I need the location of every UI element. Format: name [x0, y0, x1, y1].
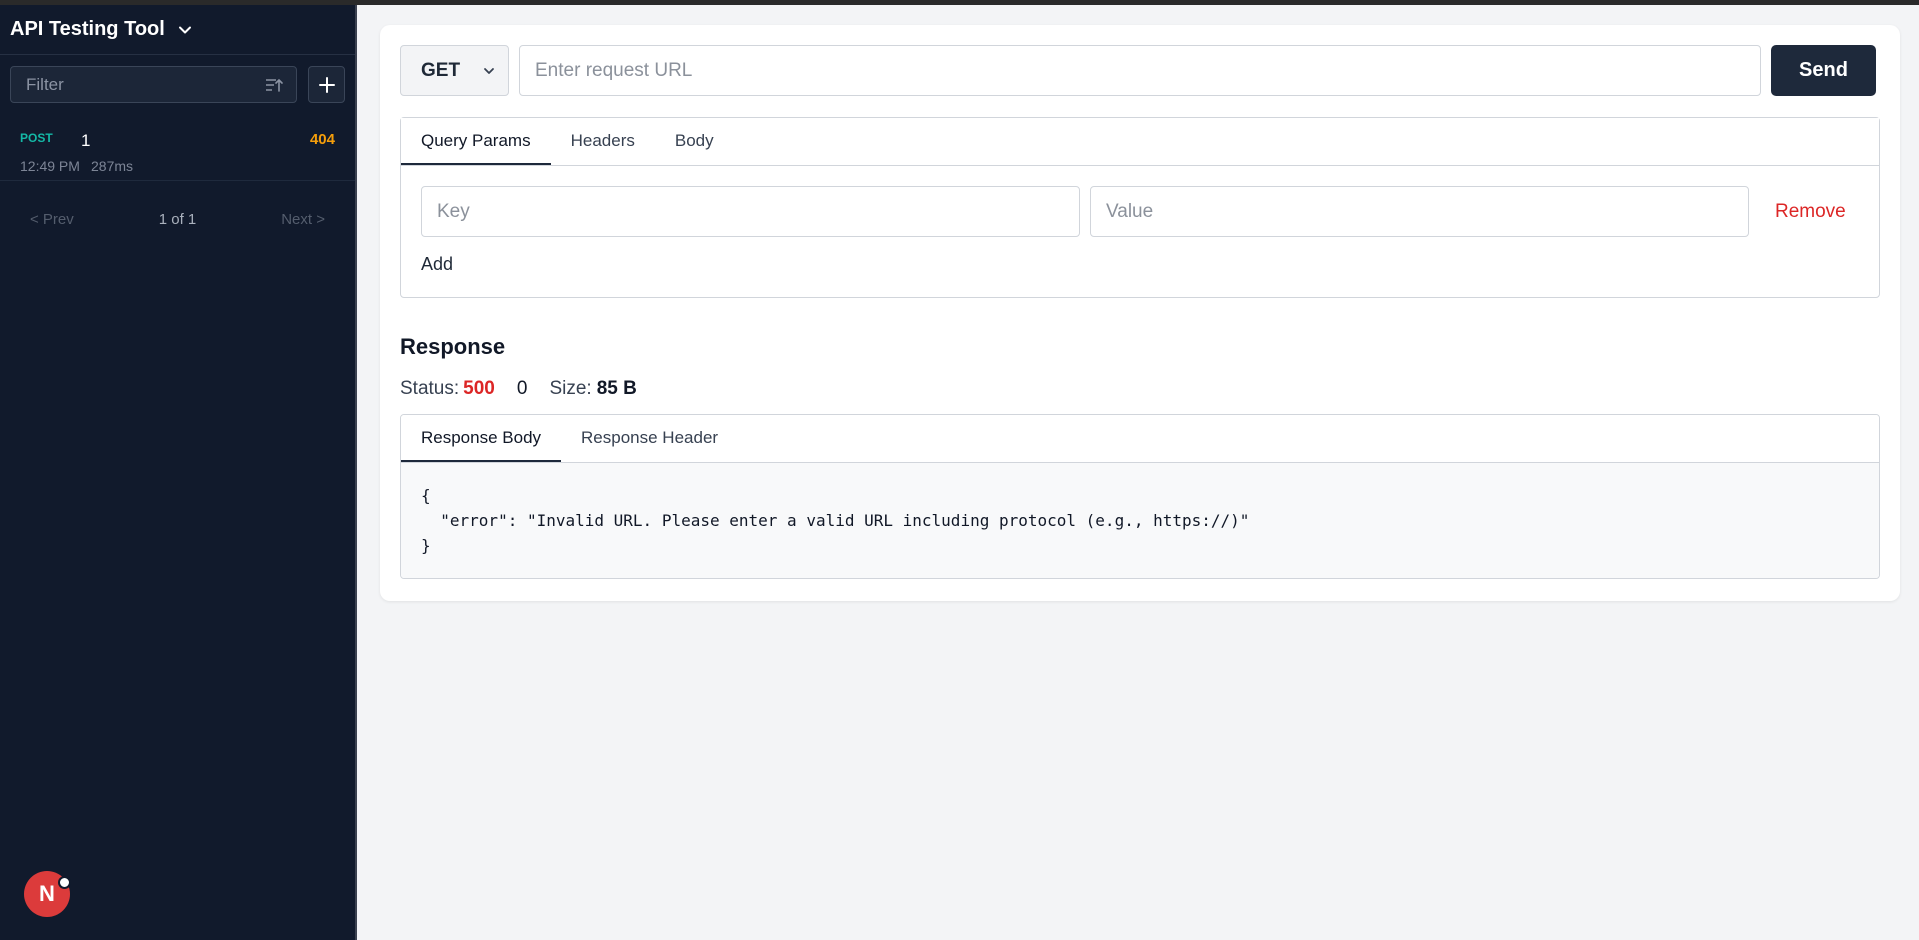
filter-placeholder: Filter: [26, 74, 64, 94]
history-status: 404: [309, 131, 335, 148]
history-duration: 287ms: [91, 158, 134, 174]
filter-row: Filter: [0, 66, 355, 103]
sort-icon[interactable]: [264, 76, 284, 94]
app-title: API Testing Tool: [10, 18, 165, 40]
chevron-down-icon[interactable]: [177, 22, 193, 38]
request-tabs: Query Params Headers Body: [401, 118, 1879, 166]
size-label: Size:: [549, 378, 592, 399]
plus-icon: [318, 76, 335, 93]
remove-param-button[interactable]: Remove: [1775, 201, 1846, 223]
status-label: Status:: [400, 378, 460, 399]
param-value-input[interactable]: [1090, 186, 1749, 237]
next-page-button[interactable]: Next >: [281, 211, 325, 228]
method-select[interactable]: GET: [400, 45, 509, 96]
param-row: Remove: [421, 186, 1879, 237]
response-body: { "error": "Invalid URL. Please enter a …: [401, 463, 1879, 578]
add-request-button[interactable]: [308, 66, 345, 103]
chevron-down-icon: [484, 68, 494, 74]
tab-headers[interactable]: Headers: [551, 131, 655, 165]
history-method-badge: POST: [20, 131, 53, 145]
app-header[interactable]: API Testing Tool: [0, 5, 355, 55]
sidebar: API Testing Tool Filter POST 1 404 12:49…: [0, 5, 357, 940]
request-options-panel: Query Params Headers Body Remove Add: [400, 117, 1880, 298]
send-button[interactable]: Send: [1771, 45, 1876, 96]
response-panel: Response Body Response Header { "error":…: [400, 414, 1880, 579]
response-meta: Status: 500 0 Size: 85 B: [400, 378, 637, 400]
page-indicator: 1 of 1: [158, 211, 197, 228]
filter-input[interactable]: Filter: [10, 66, 298, 103]
pagination: < Prev 1 of 1 Next >: [0, 211, 355, 228]
url-input[interactable]: [519, 45, 1761, 96]
add-param-button[interactable]: Add: [421, 254, 453, 275]
history-time: 12:49 PM: [20, 158, 80, 174]
tab-query-params[interactable]: Query Params: [401, 131, 551, 165]
param-key-input[interactable]: [421, 186, 1080, 237]
response-heading: Response: [400, 334, 506, 359]
history-item[interactable]: POST 1 404 12:49 PM 287ms: [0, 115, 355, 181]
status-code: 500: [463, 378, 495, 399]
request-bar: GET Send: [400, 45, 1876, 96]
avatar-status-dot: [58, 876, 71, 889]
tab-response-header[interactable]: Response Header: [561, 428, 738, 462]
prev-page-button[interactable]: < Prev: [30, 211, 74, 228]
history-name: 1: [81, 131, 91, 150]
tab-response-body[interactable]: Response Body: [401, 428, 562, 462]
method-value: GET: [421, 59, 461, 81]
response-tabs: Response Body Response Header: [401, 415, 1879, 463]
request-card: GET Send Query Params Headers Body Remov…: [380, 25, 1900, 601]
avatar-letter: N: [39, 881, 55, 906]
tab-body[interactable]: Body: [655, 131, 734, 165]
size-value: 85 B: [596, 378, 637, 399]
response-time: 0: [516, 378, 528, 399]
